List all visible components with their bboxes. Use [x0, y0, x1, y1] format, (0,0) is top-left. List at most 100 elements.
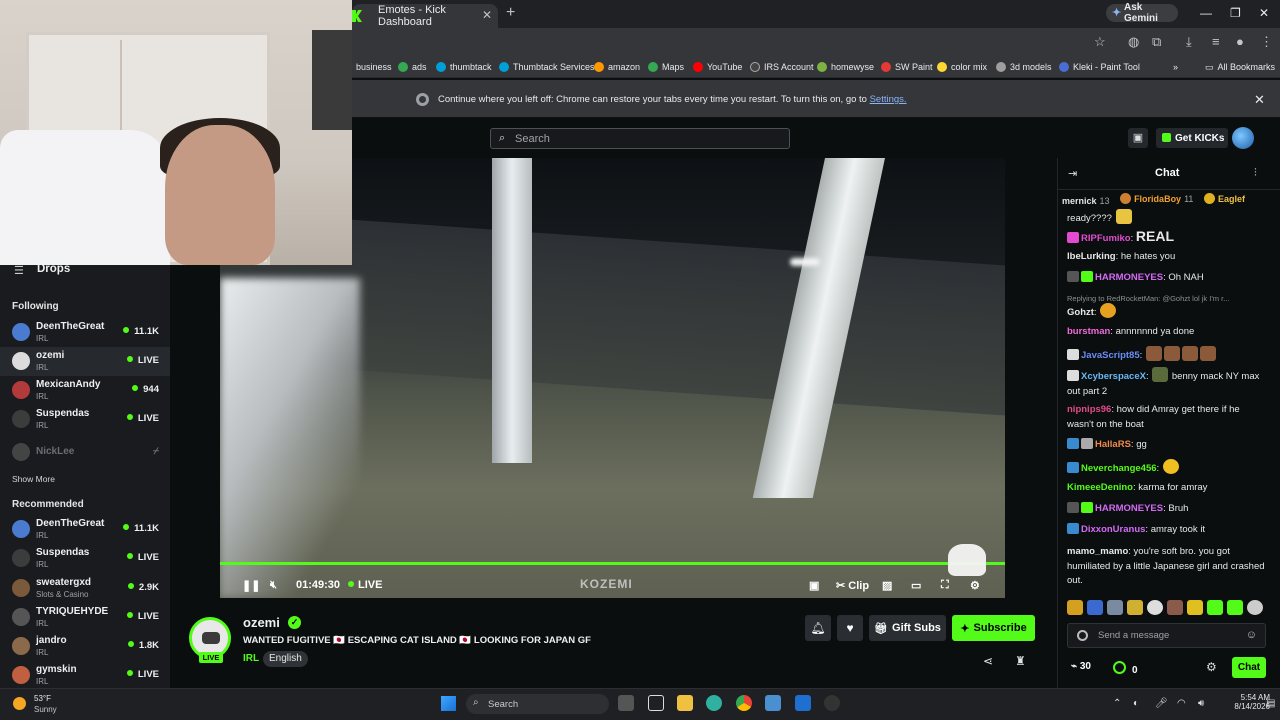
emote-icon[interactable] — [1067, 600, 1083, 615]
stats-icon[interactable]: ▨ — [882, 579, 892, 592]
bookmark-amazon[interactable]: amazon — [594, 60, 640, 74]
miniplayer-icon[interactable]: ▣ — [809, 579, 819, 592]
bookmark-ads[interactable]: ads — [398, 60, 427, 74]
chat-username[interactable]: Neverchange456 — [1081, 463, 1157, 474]
close-window-icon[interactable]: ✕ — [1259, 6, 1269, 20]
settings-icon[interactable]: ⚙ — [970, 579, 980, 592]
taskbar-search[interactable]: ⌕ Search — [466, 694, 609, 714]
bookmark-star-icon[interactable]: ☆ — [1094, 34, 1106, 50]
theater-mode-icon[interactable]: ▣ — [1128, 128, 1148, 148]
chat-message-input[interactable]: Send a message ☺ — [1067, 623, 1266, 648]
chat-username[interactable]: XcyberspaceX — [1081, 371, 1146, 382]
system-clock[interactable]: 5:54 AM 8/14/2026 — [1220, 693, 1270, 711]
bookmark-irs[interactable]: IRS Account — [750, 60, 814, 74]
live-indicator[interactable]: LIVE — [348, 579, 382, 591]
sidebar-item-suspendas[interactable]: Suspendas IRL LIVE — [0, 405, 170, 434]
minimize-icon[interactable]: — — [1200, 6, 1212, 20]
chat-username[interactable]: nipnips96 — [1067, 404, 1111, 415]
show-more-link[interactable]: Show More — [12, 474, 55, 484]
notification-icon[interactable]: ▤ — [1266, 698, 1275, 709]
chat-username[interactable]: DixxonUranus — [1081, 524, 1145, 535]
emote-icon[interactable] — [1087, 600, 1103, 615]
pause-icon[interactable]: ❚❚ — [242, 579, 260, 592]
chat-username[interactable]: RIPFumiko — [1081, 233, 1131, 244]
file-icon[interactable] — [648, 695, 664, 711]
chat-username[interactable]: HARMONEYES — [1095, 272, 1163, 283]
gifter-item[interactable]: mernick 13 — [1062, 196, 1110, 206]
chat-username[interactable]: mamo_mamo — [1067, 546, 1128, 557]
store-icon[interactable] — [795, 695, 811, 711]
chat-username[interactable]: Gohzt — [1067, 307, 1094, 318]
profile-icon[interactable]: ● — [1236, 34, 1244, 49]
emote-icon[interactable] — [1187, 600, 1203, 615]
close-infobar-icon[interactable]: ✕ — [1254, 92, 1265, 108]
language-tag[interactable]: English — [263, 651, 308, 667]
sidebar-rec-item[interactable]: jandro IRL 1.8K — [0, 632, 170, 661]
chat-users-icon[interactable]: ⫶ — [1254, 167, 1257, 180]
puzzle-icon[interactable]: ⧉ — [1152, 34, 1161, 50]
chat-username[interactable]: KimeeeDenino — [1067, 482, 1133, 493]
chat-send-button[interactable]: Chat — [1232, 657, 1266, 678]
chat-badge-icon[interactable] — [1077, 630, 1088, 641]
emote-icon[interactable] — [1147, 600, 1163, 615]
bookmark-thumbtack[interactable]: thumbtack — [436, 60, 492, 74]
wifi-icon[interactable]: ◠ — [1177, 698, 1186, 709]
maximize-icon[interactable]: ❐ — [1230, 6, 1241, 20]
emote-icon[interactable] — [1127, 600, 1143, 615]
download-icon[interactable]: ⤓ — [1186, 34, 1192, 50]
bookmark-business[interactable]: business — [356, 60, 392, 74]
channel-points[interactable]: ⌁ 30 — [1071, 661, 1091, 672]
report-icon[interactable]: ♜ — [1015, 654, 1026, 668]
more-bookmarks-icon[interactable]: » — [1173, 60, 1178, 74]
fullscreen-icon[interactable]: ⛶ — [941, 579, 949, 592]
sidebar-item-deenthegreat[interactable]: DeenTheGreat IRL 11.1K — [0, 318, 170, 347]
emote-icon[interactable] — [1167, 600, 1183, 615]
bookmark-thumbtack-services[interactable]: Thumbtack Services — [499, 60, 595, 74]
emote-icon[interactable] — [1227, 600, 1243, 615]
channel-name-heading[interactable]: ozemi — [243, 615, 280, 630]
theater-icon[interactable]: ▭ — [911, 579, 921, 592]
sun-icon[interactable] — [13, 697, 26, 710]
settings-link[interactable]: Settings. — [870, 94, 907, 105]
windows-start-icon[interactable] — [441, 696, 456, 711]
extension-icon[interactable]: ◍ — [1128, 34, 1139, 50]
tray-chevron-icon[interactable]: ⌃ — [1113, 698, 1121, 709]
gifter-item[interactable]: FloridaBoy 11 — [1120, 193, 1193, 204]
bookmark-youtube[interactable]: YouTube — [693, 60, 742, 74]
task-view-icon[interactable] — [618, 695, 634, 711]
sidebar-rec-item[interactable]: TYRIQUEHYDE IRL LIVE — [0, 603, 170, 632]
browser-tab[interactable]: Emotes - Kick Dashboard ✕ — [352, 4, 498, 28]
volume-icon[interactable]: 🔊︎ — [1198, 698, 1204, 709]
gift-subs-button[interactable]: 🎁︎ Gift Subs — [869, 615, 946, 641]
category-link[interactable]: IRL — [243, 653, 259, 664]
sidebar-item-ozemi[interactable]: ozemi IRL LIVE — [0, 347, 170, 376]
chat-username[interactable]: HallaRS — [1095, 439, 1131, 450]
sidebar-item-mexicanandy[interactable]: MexicanAndy IRL 944 — [0, 376, 170, 405]
subscribe-button[interactable]: ✦ Subscribe — [952, 615, 1035, 641]
bookmark-sw-paint[interactable]: SW Paint — [881, 60, 933, 74]
sidebar-rec-item[interactable]: gymskin IRL LIVE — [0, 661, 170, 688]
close-tab-icon[interactable]: ✕ — [482, 8, 492, 22]
kicks-balance[interactable]: 0 — [1113, 661, 1138, 676]
collapse-chat-icon[interactable]: ⇥ — [1068, 167, 1077, 180]
progress-bar[interactable] — [220, 562, 1005, 565]
mute-icon[interactable]: 🔇︎ — [270, 579, 277, 592]
sidebar-rec-item[interactable]: DeenTheGreat IRL 11.1K — [0, 515, 170, 544]
clip-button[interactable]: ✂ Clip — [836, 579, 869, 592]
tray-app-icon[interactable]: ◐ — [1133, 698, 1139, 709]
bookmark-homewyse[interactable]: homewyse — [817, 60, 874, 74]
follow-heart-icon[interactable]: ♥ — [837, 615, 863, 641]
notification-bell-icon[interactable]: 🔔︎ — [805, 615, 831, 641]
chat-settings-icon[interactable]: ⚙ — [1206, 660, 1217, 674]
emoji-picker-icon[interactable]: ☺ — [1246, 629, 1257, 641]
search-input[interactable]: ⌕ Search — [490, 128, 790, 149]
all-bookmarks[interactable]: ▭ All Bookmarks — [1205, 60, 1275, 74]
weather-temp[interactable]: 53°F — [34, 694, 51, 703]
share-icon[interactable]: ⋖ — [983, 654, 993, 668]
bookmark-3d-models[interactable]: 3d models — [996, 60, 1052, 74]
sidebar-rec-item[interactable]: Suspendas IRL LIVE — [0, 544, 170, 573]
microphone-icon[interactable]: 🎤︎ — [1155, 698, 1168, 709]
chrome-taskbar-icon[interactable] — [736, 695, 752, 711]
chat-username[interactable]: burstman — [1067, 326, 1110, 337]
emote-icon[interactable] — [1207, 600, 1223, 615]
